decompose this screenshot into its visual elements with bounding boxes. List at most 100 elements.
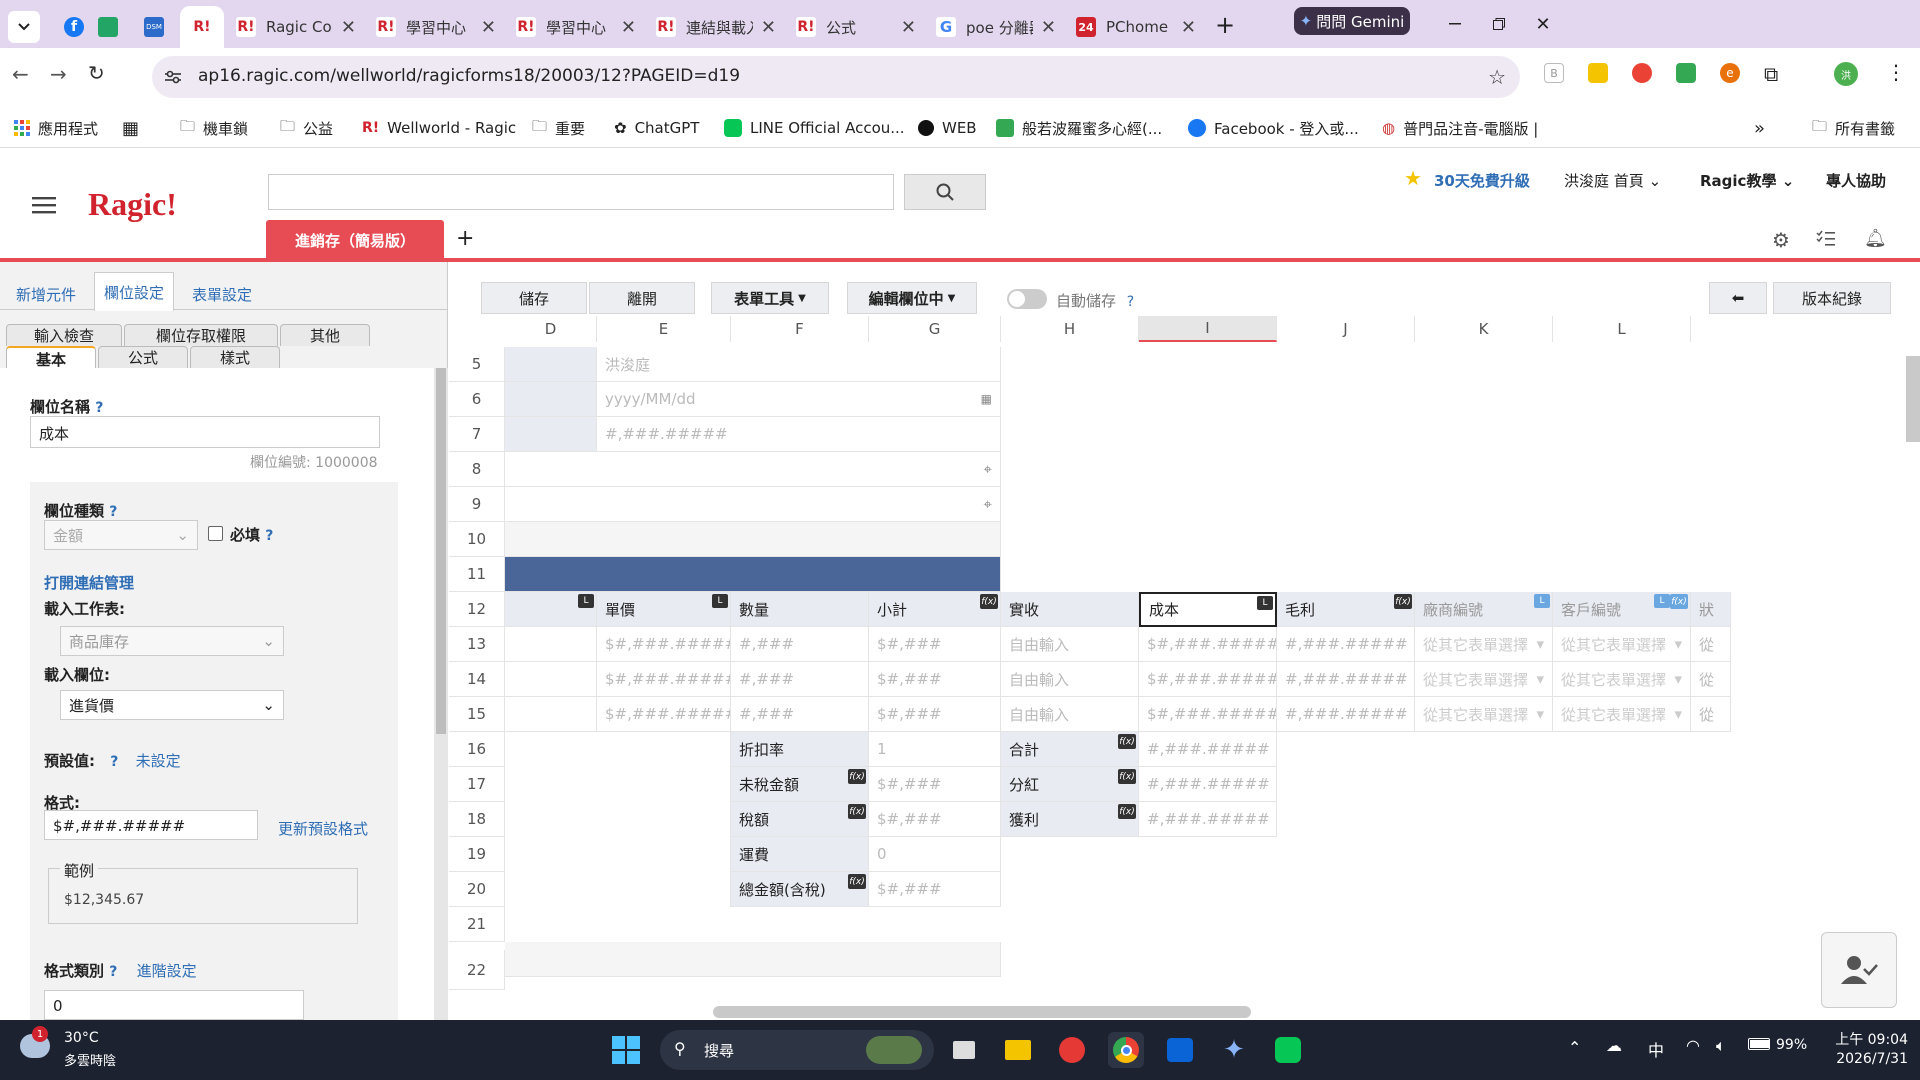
subtab-style[interactable]: 樣式: [190, 346, 280, 368]
required-checkbox[interactable]: [208, 526, 223, 541]
ragic-logo[interactable]: Ragic!: [88, 186, 177, 223]
subtable-cell[interactable]: 從其它表單選擇 ▾: [1415, 697, 1553, 732]
more-menu-icon[interactable]: ⋮: [1886, 60, 1906, 84]
tab-ragic[interactable]: R! Ragic Comr ✕: [226, 6, 366, 48]
start-button[interactable]: [608, 1032, 644, 1068]
format-type-input[interactable]: 0: [44, 990, 304, 1020]
header-gross-profit[interactable]: 毛利 f(x): [1277, 592, 1415, 627]
bookmark-grid[interactable]: ▦: [122, 108, 139, 148]
summary-value[interactable]: $#,###: [869, 802, 1001, 837]
summary-label[interactable]: 未稅金額 f(x): [731, 767, 869, 802]
hamburger-menu-icon[interactable]: [32, 196, 56, 214]
subtable-cell[interactable]: [505, 697, 597, 732]
section-banner[interactable]: [505, 557, 1001, 592]
close-icon[interactable]: ✕: [481, 17, 496, 38]
empty-cell[interactable]: [505, 942, 1001, 977]
back-arrow-icon[interactable]: ←: [12, 62, 29, 86]
back-button[interactable]: ⬅: [1709, 282, 1767, 314]
column-header-h[interactable]: H: [1001, 316, 1139, 342]
dropdown-arrow-icon[interactable]: ▾: [1674, 670, 1682, 688]
empty-cell[interactable]: [505, 522, 1001, 557]
summary-label[interactable]: 運費: [731, 837, 869, 872]
summary-value[interactable]: 1: [869, 732, 1001, 767]
bookmark-web[interactable]: WEB: [918, 108, 977, 148]
tutorial-menu[interactable]: Ragic教學 ⌄: [1700, 170, 1794, 191]
subtable-cell[interactable]: $#,###.#####: [597, 662, 731, 697]
gemini-app-icon[interactable]: ✦: [1216, 1032, 1252, 1068]
format-input[interactable]: $#,###.#####: [44, 810, 258, 840]
row-number[interactable]: 16: [449, 732, 505, 767]
date-field-cell[interactable]: yyyy/MM/dd ▦: [597, 382, 1001, 417]
advanced-settings-link[interactable]: 進階設定: [137, 962, 197, 980]
panel-scrollbar[interactable]: [434, 368, 448, 1020]
row-number[interactable]: 22: [449, 950, 505, 990]
extension-yellow-icon[interactable]: [1588, 63, 1608, 83]
subtable-cell[interactable]: $#,###: [869, 697, 1001, 732]
open-link-management[interactable]: 打開連結管理: [44, 572, 134, 593]
load-sheet-select[interactable]: 商品庫存 ⌄: [60, 626, 284, 656]
dropdown-arrow-icon[interactable]: ▾: [1674, 635, 1682, 653]
column-header-g[interactable]: G: [869, 316, 1001, 342]
tab-formula[interactable]: R! 公式 ✕: [786, 6, 926, 48]
summary-value[interactable]: #,###.#####: [1139, 767, 1277, 802]
subtable-cell[interactable]: $#,###.#####: [1139, 627, 1277, 662]
line-app-icon[interactable]: [1270, 1032, 1306, 1068]
profile-avatar[interactable]: 洪: [1834, 62, 1858, 86]
row-number[interactable]: 18: [449, 802, 505, 837]
omnibox[interactable]: ap16.ragic.com/wellworld/ragicforms18/20…: [152, 56, 1520, 98]
add-sheet-tab-button[interactable]: +: [456, 226, 474, 251]
row-number[interactable]: 12: [449, 592, 505, 627]
tab-learning-2[interactable]: R! 學習中心 ✕: [506, 6, 646, 48]
update-format-link[interactable]: 更新預設格式: [278, 818, 368, 839]
close-icon[interactable]: ✕: [761, 17, 776, 38]
subtable-cell[interactable]: 自由輸入: [1001, 627, 1139, 662]
form-tools-button[interactable]: 表單工具 ▼: [711, 282, 829, 314]
bookmark-folder-charity[interactable]: 🗀 公益: [280, 108, 333, 148]
bookmark-folder-important[interactable]: 🗀 重要: [532, 108, 585, 148]
address-field-cell[interactable]: ⌖: [505, 487, 1001, 522]
bookmark-apps[interactable]: 應用程式: [14, 108, 98, 148]
row-number[interactable]: 8: [449, 452, 505, 487]
subtable-cell[interactable]: $#,###: [869, 627, 1001, 662]
pinned-tab-dsm[interactable]: DSM: [130, 6, 178, 48]
pinned-tab-ragic-active[interactable]: R!: [180, 6, 224, 48]
column-header-e[interactable]: E: [597, 316, 731, 342]
subtable-cell[interactable]: 自由輸入: [1001, 662, 1139, 697]
subtable-cell[interactable]: 從其它表單選擇 ▾: [1415, 627, 1553, 662]
bookmark-star-icon[interactable]: ☆: [1488, 65, 1506, 89]
help-icon[interactable]: ?: [265, 528, 273, 544]
number-field-cell[interactable]: #,###.#####: [597, 417, 1001, 452]
subtab-formula[interactable]: 公式: [98, 346, 188, 368]
help-icon[interactable]: ?: [109, 504, 117, 520]
subtable-cell[interactable]: #,###: [731, 697, 869, 732]
subtable-cell[interactable]: [505, 662, 597, 697]
subtab-input-check[interactable]: 輸入檢查: [6, 324, 122, 346]
wifi-icon[interactable]: ◠: [1686, 1036, 1700, 1055]
row-number[interactable]: 10: [449, 522, 505, 557]
subtable-cell[interactable]: 從: [1691, 662, 1731, 697]
bookmark-pumen[interactable]: ◍ 普門品注音-電腦版 |: [1382, 108, 1538, 148]
edit-fields-button[interactable]: 編輯欄位中 ▼: [847, 282, 977, 314]
grid-horizontal-scrollbar-thumb[interactable]: [713, 1006, 1251, 1018]
scrollbar-thumb[interactable]: [436, 368, 446, 734]
address-field-cell[interactable]: ⌖: [505, 452, 1001, 487]
row-number[interactable]: 20: [449, 872, 505, 907]
map-pin-icon[interactable]: ⌖: [984, 495, 992, 513]
subtable-cell[interactable]: $#,###.#####: [1139, 697, 1277, 732]
row-number[interactable]: 15: [449, 697, 505, 732]
default-value-link[interactable]: 未設定: [136, 752, 181, 770]
subtable-cell[interactable]: 從其它表單選擇 ▾: [1553, 697, 1691, 732]
help-icon[interactable]: ?: [110, 754, 118, 770]
subtable-cell[interactable]: [505, 627, 597, 662]
bookmark-wellworld[interactable]: R! Wellworld - Ragic: [362, 108, 516, 148]
column-header-i[interactable]: I: [1139, 316, 1277, 342]
all-bookmarks[interactable]: 🗀 所有書籤: [1812, 108, 1895, 148]
leave-button[interactable]: 離開: [589, 282, 695, 314]
header-subtotal[interactable]: 小計 f(x): [869, 592, 1001, 627]
field-name-input[interactable]: 成本: [30, 416, 380, 448]
summary-label[interactable]: 分紅 f(x): [1001, 767, 1139, 802]
summary-label[interactable]: 獲利 f(x): [1001, 802, 1139, 837]
row-number[interactable]: 14: [449, 662, 505, 697]
summary-value[interactable]: #,###.#####: [1139, 802, 1277, 837]
summary-value[interactable]: $#,###: [869, 767, 1001, 802]
